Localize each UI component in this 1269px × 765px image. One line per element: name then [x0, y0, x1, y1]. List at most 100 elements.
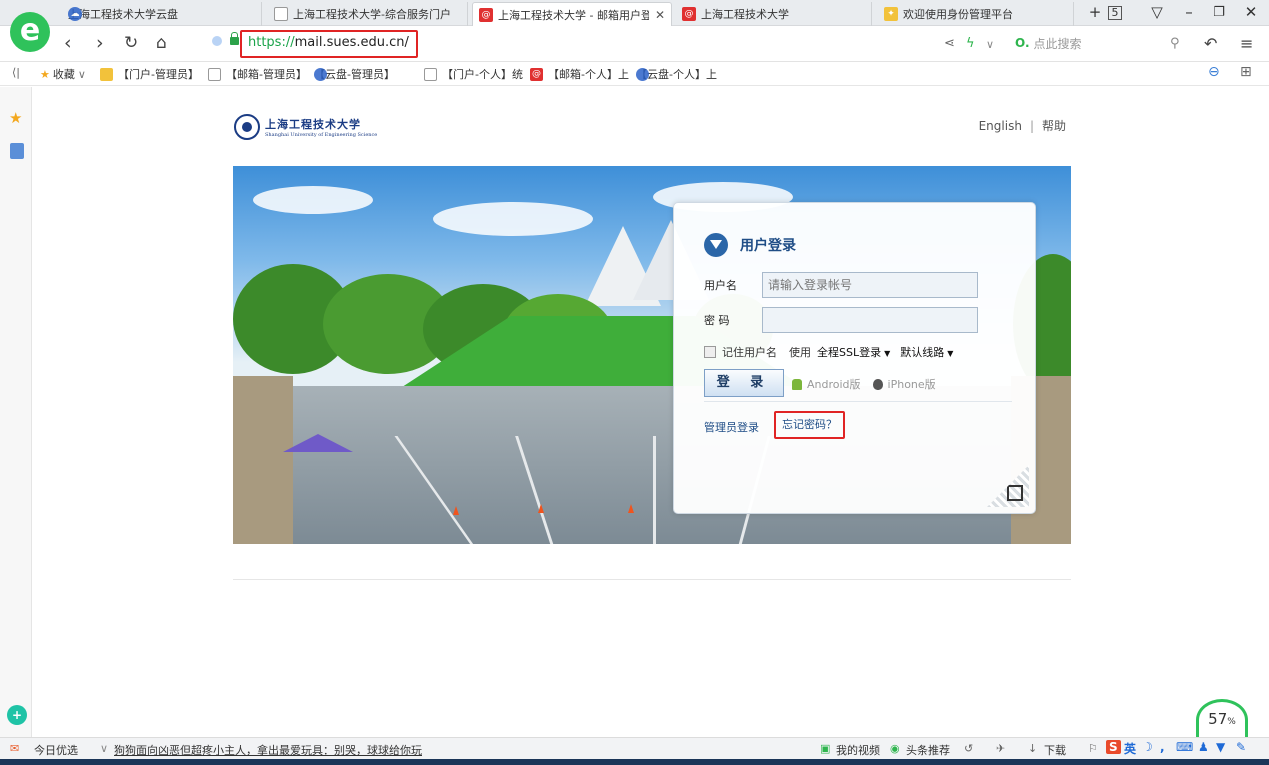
chevron-down-icon[interactable]: ∨: [100, 742, 108, 755]
school-logo[interactable]: 上海工程技术大学 Shanghai University of Engineer…: [234, 114, 377, 140]
chevron-down-icon[interactable]: ∨: [986, 38, 994, 51]
wrench-icon[interactable]: ✎: [1236, 740, 1246, 754]
bookmark-mail-admin[interactable]: 【邮箱-管理员】: [208, 66, 307, 82]
tab-bar: ☁ 上海工程技术大学云盘 上海工程技术大学-综合服务门户 @ 上海工程技术大学 …: [0, 0, 1269, 26]
keyboard-icon[interactable]: ⌨: [1176, 740, 1193, 754]
document-icon: [274, 7, 288, 21]
new-tab-icon[interactable]: +: [1084, 3, 1106, 21]
mail-icon: @: [682, 7, 696, 21]
ssl-select[interactable]: 全程SSL登录 ▼: [817, 344, 890, 360]
share-icon[interactable]: ⋖: [944, 36, 955, 51]
bookmark-portal-admin[interactable]: 【门户-管理员】: [100, 66, 199, 82]
undo-icon[interactable]: ↶: [1204, 34, 1217, 53]
add-plugin-icon[interactable]: +: [7, 705, 27, 725]
identity-icon: ✦: [884, 7, 898, 21]
restore-icon[interactable]: ❐: [1208, 5, 1230, 20]
minimize-icon[interactable]: –: [1178, 3, 1200, 21]
os-taskbar: [0, 759, 1269, 765]
search-engine-icon[interactable]: O.: [1015, 36, 1030, 50]
bookmark-cloud-personal[interactable]: 【云盘-个人】上: [636, 66, 717, 82]
login-panel: 用户登录 用户名 密 码 记住用户名 使用 全程SSL登录▼ 默认线路▼ 登 录…: [673, 202, 1036, 514]
url-scheme: https://: [248, 35, 295, 50]
english-link[interactable]: English: [979, 119, 1022, 133]
admin-login-link[interactable]: 管理员登录: [704, 419, 759, 435]
security-shield-icon[interactable]: [212, 36, 222, 46]
download-icon[interactable]: ↓: [1028, 742, 1037, 755]
refresh-icon[interactable]: ↻: [124, 33, 138, 53]
close-icon[interactable]: ✕: [655, 8, 665, 22]
url-host: mail.sues.edu.cn/: [294, 35, 409, 50]
history-icon[interactable]: ↺: [964, 742, 973, 755]
route-select[interactable]: 默认线路 ▼: [900, 344, 953, 360]
address-bar[interactable]: https://mail.sues.edu.cn/: [248, 35, 409, 50]
pin-icon[interactable]: ✈: [996, 742, 1005, 755]
school-emblem-icon: [234, 114, 260, 140]
favorites-star-icon[interactable]: ★: [9, 109, 22, 127]
reading-icon[interactable]: ⊖: [1208, 64, 1220, 80]
flag-icon[interactable]: ⚐: [1088, 742, 1098, 755]
menu-icon[interactable]: ≡: [1240, 34, 1253, 53]
use-label: 使用: [789, 346, 811, 359]
search-input[interactable]: O. 点此搜索: [1015, 32, 1195, 54]
tab-mail-login[interactable]: @ 上海工程技术大学 - 邮箱用户登录 ✕: [472, 2, 672, 26]
download-label[interactable]: 下载: [1044, 742, 1066, 758]
bookmark-portal-personal[interactable]: 【门户-个人】统: [424, 66, 523, 82]
headline-icon: ◉: [890, 742, 900, 755]
tab-label: 上海工程技术大学: [701, 8, 789, 21]
video-icon: ▣: [820, 742, 831, 755]
news-headline[interactable]: 狗狗面向凶恶但超疼小主人，拿出最爱玩具：别哭，球球给你玩: [114, 742, 422, 758]
speed-icon[interactable]: ϟ: [966, 36, 975, 51]
ime-language[interactable]: 英: [1124, 740, 1136, 757]
collapse-icon[interactable]: ⟨|: [12, 66, 20, 79]
login-button[interactable]: 登 录: [704, 369, 784, 397]
my-video[interactable]: 我的视频: [836, 742, 880, 758]
bookmark-mail-personal[interactable]: @ 【邮箱-个人】上: [530, 66, 629, 82]
punctuation-icon[interactable]: ,: [1160, 740, 1165, 754]
chevron-down-icon: ∨: [77, 67, 86, 81]
home-icon[interactable]: ⌂: [156, 33, 167, 53]
forward-icon[interactable]: ›: [96, 32, 104, 54]
star-icon: ★: [40, 67, 50, 81]
memory-gauge[interactable]: 57%: [1196, 699, 1248, 741]
username-row: 用户名: [704, 272, 978, 298]
bookmark-cloud-admin[interactable]: 【云盘-管理员】: [314, 66, 395, 82]
notes-icon[interactable]: [10, 143, 24, 159]
tab-sues[interactable]: @ 上海工程技术大学: [676, 2, 872, 26]
forgot-password-link[interactable]: 忘记密码？: [774, 411, 845, 439]
window-close-icon[interactable]: ✕: [1240, 3, 1262, 21]
apps-grid-icon[interactable]: ⊞: [1240, 64, 1252, 80]
bookmark-label: 【邮箱-管理员】: [226, 68, 307, 81]
help-link[interactable]: 帮助: [1042, 119, 1066, 133]
document-icon: [424, 67, 437, 81]
top-links: English | 帮助: [975, 117, 1070, 134]
shirt-icon[interactable]: ▼: [1216, 740, 1225, 754]
bookmark-favorites[interactable]: ★ 收藏 ∨: [40, 66, 86, 82]
tab-label: 上海工程技术大学-综合服务门户: [293, 8, 451, 21]
tab-portal[interactable]: 上海工程技术大学-综合服务门户: [268, 2, 468, 26]
school-name-cn: 上海工程技术大学: [265, 118, 361, 131]
android-link[interactable]: Android版: [807, 376, 861, 392]
tab-identity[interactable]: ✦ 欢迎使用身份管理平台: [878, 2, 1074, 26]
tab-count-badge[interactable]: 5: [1108, 6, 1122, 20]
password-input[interactable]: [762, 307, 978, 333]
tab-cloud-disk[interactable]: ☁ 上海工程技术大学云盘: [62, 2, 262, 26]
remember-checkbox[interactable]: [704, 346, 716, 358]
today-pick[interactable]: 今日优选: [34, 742, 78, 758]
gift-icon[interactable]: ✉: [10, 742, 19, 755]
cloud-shape: [253, 186, 373, 214]
search-icon[interactable]: ⚲: [1170, 36, 1180, 51]
skin-icon[interactable]: ▽: [1146, 3, 1168, 21]
qr-code-icon[interactable]: [987, 465, 1029, 507]
moon-icon[interactable]: ☽: [1142, 740, 1153, 754]
user-icon[interactable]: ♟: [1198, 740, 1209, 754]
username-input[interactable]: [762, 272, 978, 298]
route-select-value: 默认线路: [900, 346, 945, 359]
back-icon[interactable]: ‹: [64, 32, 72, 54]
iphone-link[interactable]: iPhone版: [888, 376, 936, 392]
apple-icon: [872, 378, 883, 390]
sogou-ime-icon[interactable]: S: [1106, 740, 1121, 754]
download-arrow-icon: [704, 233, 728, 257]
tab-label: 上海工程技术大学云盘: [68, 8, 178, 21]
headline-recommend[interactable]: 头条推荐: [906, 742, 950, 758]
browser-logo-icon[interactable]: e: [10, 12, 50, 52]
